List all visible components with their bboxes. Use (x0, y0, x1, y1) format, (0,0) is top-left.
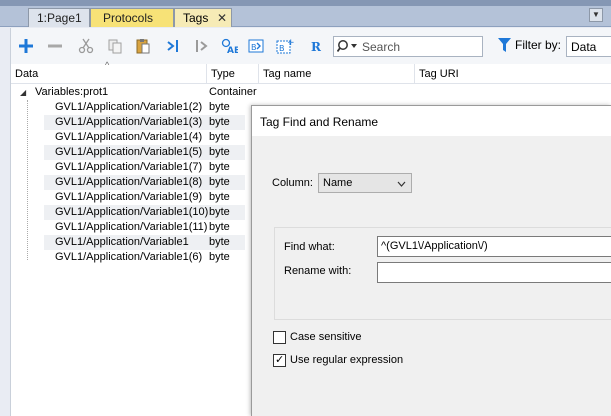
column-header-data[interactable]: Data ^ (11, 60, 207, 84)
column-select[interactable]: Name (318, 173, 412, 193)
cell-type: byte (209, 161, 230, 173)
case-sensitive-label: Case sensitive (290, 331, 362, 343)
cell-type: byte (209, 176, 230, 188)
tab-page1-label: 1:Page1 (37, 11, 82, 25)
find-what-label: Find what: (284, 241, 335, 253)
title-strip (0, 0, 611, 6)
filter-by-label: Filter by: (515, 38, 562, 52)
find-what-input[interactable]: ^(GVL1\/Application\/) (377, 236, 611, 257)
filter-by-select[interactable]: Data (566, 36, 611, 57)
svg-text:B: B (279, 44, 285, 53)
sort-caret-icon: ^ (105, 60, 110, 70)
cell-data: GVL1/Application/Variable1(10) (55, 206, 209, 218)
chevron-down-icon (397, 178, 406, 190)
rename-with-label: Rename with: (284, 265, 352, 277)
svg-text:R: R (311, 40, 322, 54)
unlink-icon[interactable] (192, 37, 210, 55)
tab-protocols-label: Protocols (103, 11, 154, 25)
cell-data: GVL1/Application/Variable1(8) (55, 176, 203, 188)
checkmark-icon: ✓ (275, 354, 285, 366)
svg-text:B: B (251, 43, 257, 52)
add-tags-icon[interactable]: B + (276, 37, 294, 55)
cell-type: byte (209, 221, 230, 233)
cell-data: GVL1/Application/Variable1(5) (55, 146, 203, 158)
search-icon (336, 39, 359, 56)
document-tab-bar: 1:Page1 Protocols Tags ✕ ▼ (0, 0, 611, 27)
cell-type: byte (209, 116, 230, 128)
paste-icon[interactable] (134, 37, 152, 55)
collapse-triangle-icon[interactable]: ◢ (20, 88, 26, 97)
cell-data: GVL1/Application/Variable1(11) (55, 221, 208, 233)
tab-tags-label: Tags (183, 11, 209, 25)
cell-data: GVL1/Application/Variable1(9) (55, 191, 203, 203)
tab-scroll-down-icon[interactable]: ▼ (589, 8, 603, 22)
cell-data: GVL1/Application/Variable1 (55, 236, 189, 248)
import-tags-icon[interactable]: B (248, 37, 266, 55)
svg-text:+: + (287, 38, 294, 48)
cell-type: byte (209, 191, 230, 203)
column-header-tag-uri[interactable]: Tag URI (415, 64, 611, 84)
add-icon[interactable] (17, 37, 35, 55)
cell-type: byte (209, 131, 230, 143)
tree-row-root[interactable]: ◢ Variables:prot1 Container (11, 85, 611, 100)
link-to-icon[interactable] (164, 37, 182, 55)
tab-page1[interactable]: 1:Page1 (28, 8, 90, 27)
column-label: Column: (272, 177, 313, 189)
cell-data: GVL1/Application/Variable1(3) (55, 116, 203, 128)
tab-tags[interactable]: Tags ✕ (174, 8, 232, 27)
cell-type: byte (209, 101, 230, 113)
cell-type: byte (209, 251, 230, 263)
copy-icon[interactable] (106, 37, 124, 55)
column-header-type[interactable]: Type (207, 64, 259, 84)
search-box[interactable]: Search (333, 36, 483, 57)
cell-data: GVL1/Application/Variable1(6) (55, 251, 203, 263)
close-tab-icon[interactable]: ✕ (217, 9, 227, 27)
cell-type: byte (209, 206, 230, 218)
cell-data: GVL1/Application/Variable1(4) (55, 131, 203, 143)
cell-type: byte (209, 146, 230, 158)
dialog-title: Tag Find and Rename (252, 106, 611, 136)
column-header-tag-name[interactable]: Tag name (259, 64, 415, 84)
regex-checkbox[interactable]: ✓ (273, 354, 286, 367)
cell-data: GVL1/Application/Variable1(2) (55, 101, 203, 113)
tab-protocols[interactable]: Protocols (90, 8, 174, 27)
find-rename-ab-icon[interactable]: AB (220, 37, 238, 55)
cell-type: byte (209, 236, 230, 248)
cut-icon[interactable] (77, 37, 95, 55)
register-icon[interactable]: R (307, 37, 325, 55)
regex-label: Use regular expression (290, 354, 404, 366)
search-placeholder: Search (362, 40, 401, 54)
tags-toolbar: AB B B + R Search Filter by: Data (10, 28, 611, 64)
dialog-body: Column: Name Find what: ^(GVL1\/Applicat… (252, 136, 611, 416)
rename-with-input[interactable] (377, 262, 611, 283)
case-sensitive-checkbox[interactable] (273, 331, 286, 344)
remove-icon[interactable] (46, 37, 64, 55)
tag-find-rename-dialog: Tag Find and Rename Column: Name Find wh… (251, 105, 611, 416)
svg-text:AB: AB (227, 46, 238, 54)
cell-data: GVL1/Application/Variable1(7) (55, 161, 203, 173)
